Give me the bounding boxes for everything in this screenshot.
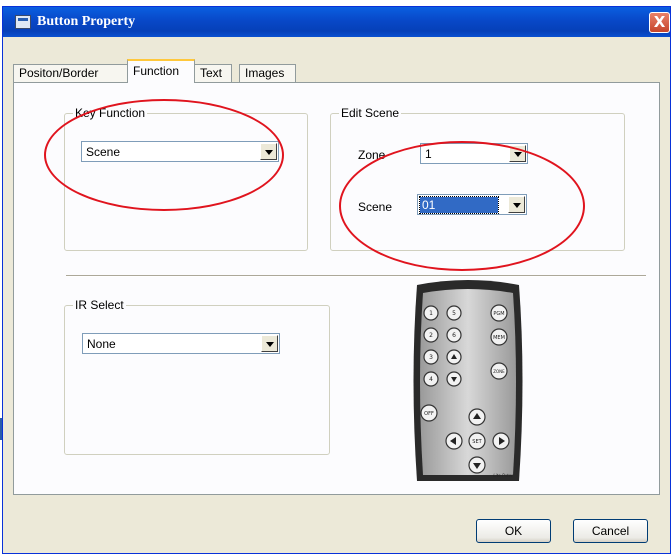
key-function-legend: Key Function [73,106,148,120]
remote-label-2: 2 [429,332,433,339]
remote-label-1: 1 [429,310,433,317]
ok-button[interactable]: OK [476,519,551,543]
zone-label: Zone [358,148,386,162]
tab-position-border[interactable]: Positon/Border [13,64,128,83]
function-tab-panel: Key Function Scene Edit Scene Zone 1 Sce… [13,82,660,495]
window-icon [15,15,31,29]
remote-label-4: 4 [429,376,433,383]
ir-select-value: None [87,337,116,351]
button-property-dialog: Button Property X Positon/Border Functio… [2,6,671,554]
divider [66,275,646,277]
chevron-down-icon[interactable] [508,196,525,213]
key-function-group: Key Function Scene [64,106,308,251]
zone-value: 1 [425,147,432,161]
remote-label-mem: MEM [493,335,505,341]
remote-label-pgm: PGM [493,311,504,317]
cancel-button[interactable]: Cancel [573,519,648,543]
remote-label-zone: ZONE [493,369,505,374]
key-function-select[interactable]: Scene [81,141,279,162]
remote-brand-logo: Lite-Puter [493,473,513,478]
scene-select[interactable]: 01 [417,194,527,215]
title-bar[interactable]: Button Property X [3,7,670,37]
close-button[interactable]: X [649,12,670,33]
chevron-down-icon[interactable] [261,335,278,352]
ir-select-legend: IR Select [73,298,126,312]
window-title: Button Property [37,14,136,29]
remote-label-6: 6 [452,332,456,339]
chevron-down-icon[interactable] [509,145,526,162]
tab-text[interactable]: Text [194,64,232,83]
remote-label-5: 5 [452,310,456,317]
tab-images[interactable]: Images [239,64,296,83]
remote-label-set: SET [472,439,482,445]
remote-control-image: 1 5 PGM 2 6 MEM 3 ZONE 4 OFF SET Lite-Pu… [413,280,523,481]
scene-label: Scene [358,200,393,214]
edit-scene-group: Edit Scene Zone 1 Scene 01 [330,106,625,251]
zone-select[interactable]: 1 [420,143,528,164]
tab-function[interactable]: Function [127,59,195,83]
key-function-value: Scene [86,145,121,159]
scene-value: 01 [419,196,499,214]
ir-select-dropdown[interactable]: None [82,333,280,354]
ir-select-group: IR Select None [64,298,330,455]
remote-label-3: 3 [429,354,433,361]
remote-label-off: OFF [424,411,434,417]
chevron-down-icon[interactable] [260,143,277,160]
edit-scene-legend: Edit Scene [339,106,402,120]
